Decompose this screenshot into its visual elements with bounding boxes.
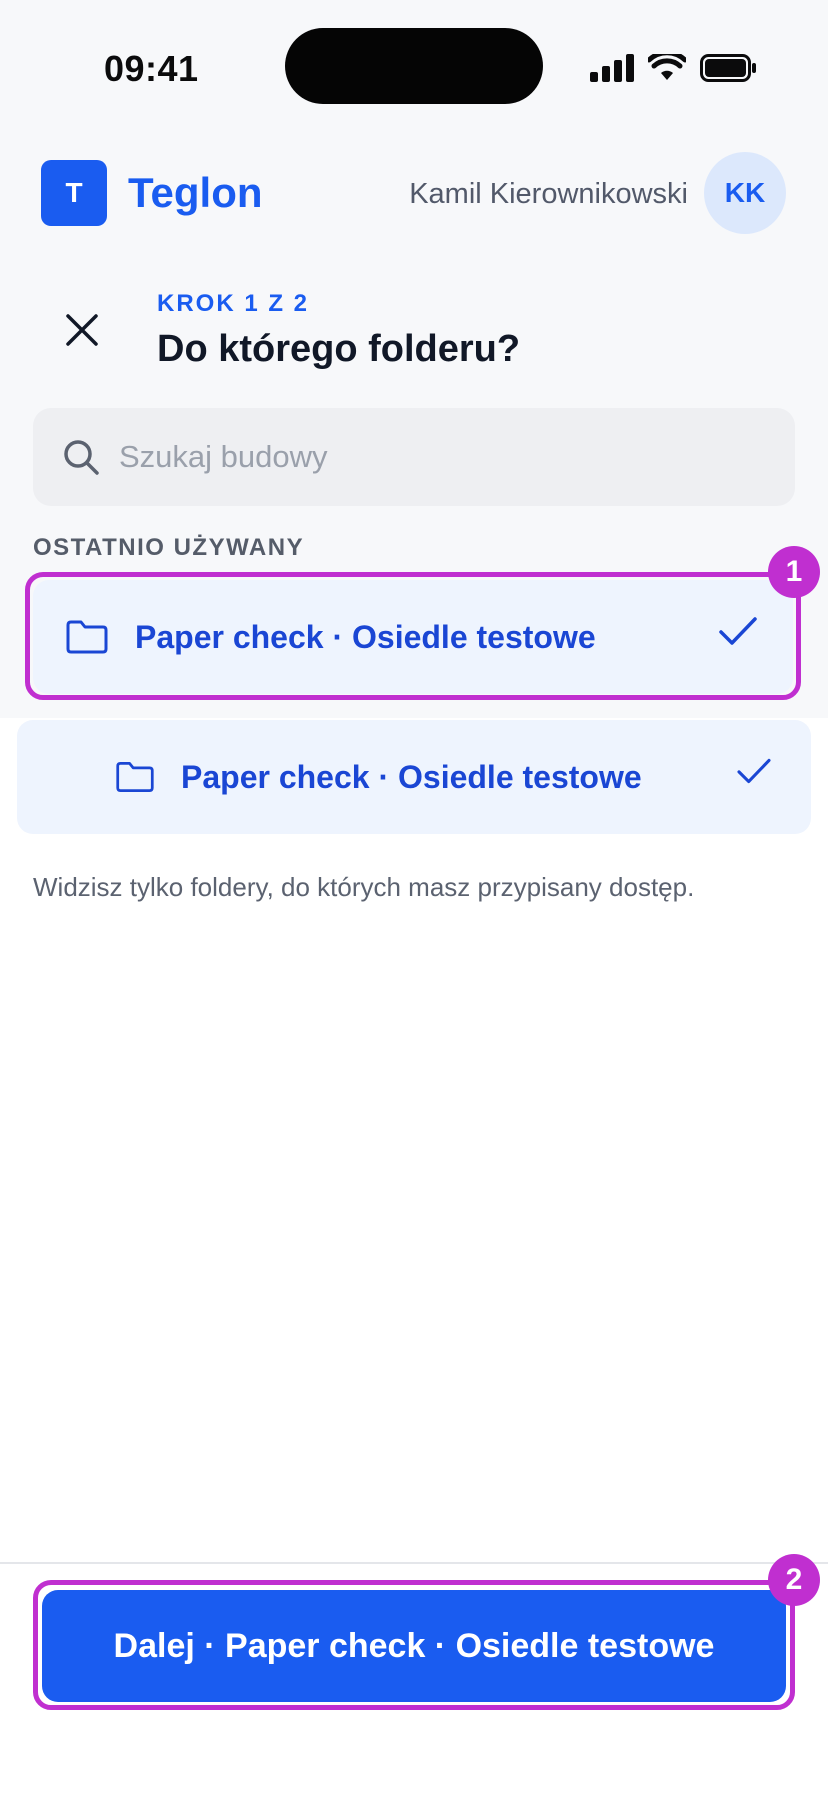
brand-logo: T xyxy=(41,160,107,226)
close-button[interactable] xyxy=(52,300,112,360)
next-button[interactable]: Dalej · Paper check · Osiedle testowe xyxy=(42,1590,786,1702)
folder-icon xyxy=(116,762,154,792)
folder-option-recent-2[interactable]: Paper check · Osiedle testowe xyxy=(17,720,811,834)
section-label-recent: OSTATNIO UŻYWANY xyxy=(33,534,305,561)
check-icon xyxy=(737,758,771,784)
folder-option-label: Paper check · Osiedle testowe xyxy=(181,758,642,795)
step-indicator: KROK 1 Z 2 xyxy=(157,290,310,317)
status-bar: 09:41 xyxy=(0,0,828,130)
status-icons xyxy=(590,48,756,88)
folder-option-recent-1[interactable]: Paper check · Osiedle testowe xyxy=(33,580,793,694)
folder-icon xyxy=(66,620,108,654)
search-icon xyxy=(64,440,99,475)
close-icon xyxy=(66,314,98,346)
wifi-icon xyxy=(648,54,686,80)
bottom-divider xyxy=(0,1562,828,1564)
avatar[interactable]: KK xyxy=(704,152,786,234)
brand-name: Teglon xyxy=(128,169,263,216)
access-hint: Widzisz tylko foldery, do których masz p… xyxy=(33,872,695,902)
page-title: Do którego folderu? xyxy=(157,328,521,370)
annotation-badge-2: 2 xyxy=(768,1554,820,1606)
search-input[interactable] xyxy=(119,439,739,475)
user-name: Kamil Kierownikowski xyxy=(409,178,688,210)
signal-icon xyxy=(590,54,634,82)
dynamic-island xyxy=(285,28,543,104)
status-time: 09:41 xyxy=(104,48,199,89)
battery-icon xyxy=(700,54,756,82)
search-box[interactable] xyxy=(33,408,795,506)
folder-option-label: Paper check · Osiedle testowe xyxy=(135,618,596,655)
check-icon xyxy=(719,617,757,645)
annotation-badge-1: 1 xyxy=(768,546,820,598)
